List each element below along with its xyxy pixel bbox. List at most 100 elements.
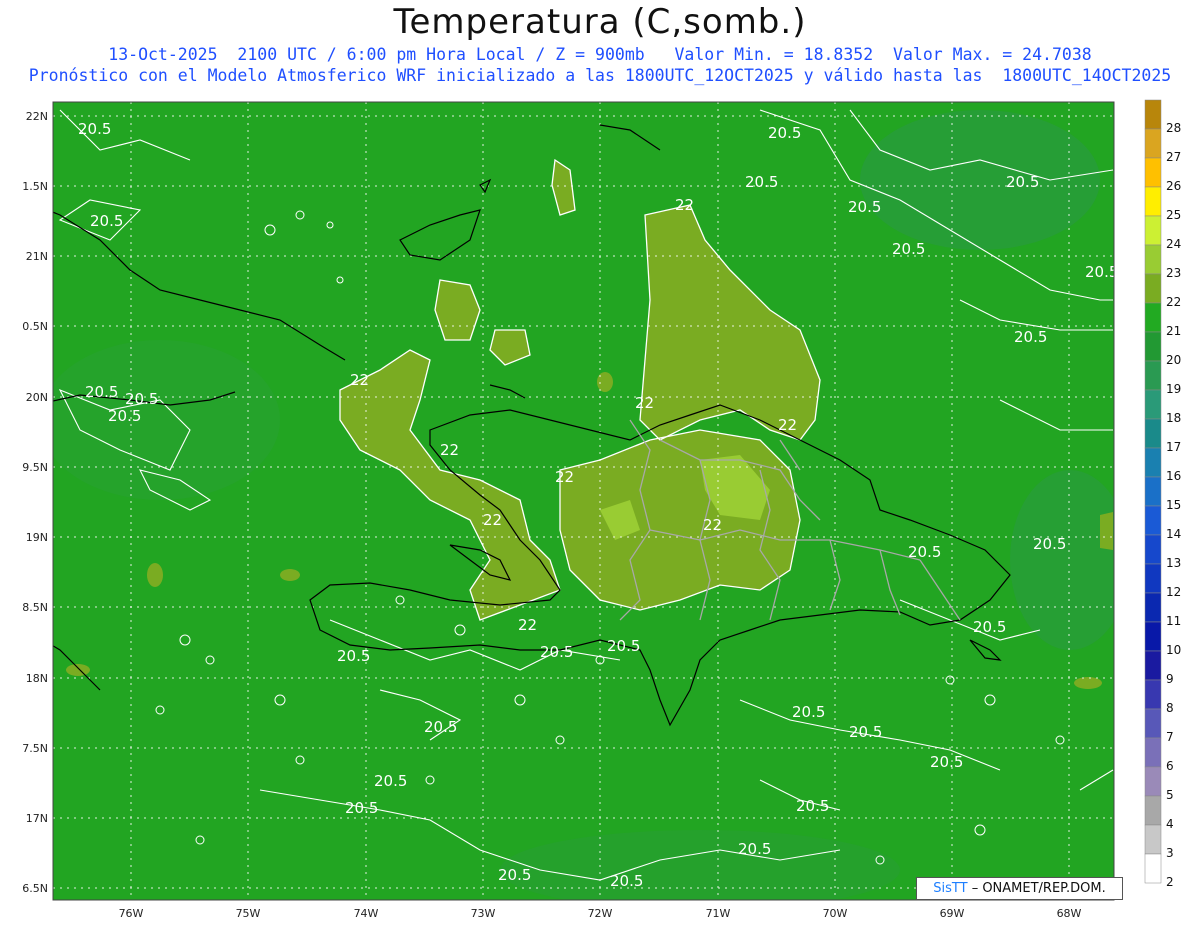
colorbar-label: 19 [1166,382,1181,396]
colorbar-swatch [1144,331,1162,362]
y-tick-label: 8.5N [22,601,48,614]
colorbar-swatch [1144,737,1162,768]
contour-label-22: 22 [483,511,502,529]
y-tick-label: 17N [25,812,48,825]
contour-label-22: 22 [635,394,654,412]
contour-label-20-5: 20.5 [792,703,825,721]
colorbar-label: 26 [1166,179,1181,193]
colorbar-label: 13 [1166,556,1181,570]
x-tick-label: 68W [1056,907,1082,920]
colorbar-swatch [1144,795,1162,826]
x-tick-label: 73W [470,907,496,920]
colorbar-label: 2 [1166,875,1174,889]
colorbar-label: 3 [1166,846,1174,860]
contour-label-20-5: 20.5 [374,772,407,790]
contour-label-20-5: 20.5 [745,173,778,191]
credit-logo-text: SisTT [933,881,968,896]
y-tick-label: 19N [25,531,48,544]
colorbar-swatch [1144,99,1162,130]
contour-label-20-5: 20.5 [85,383,118,401]
colorbar-swatch [1144,853,1162,884]
x-tick-label: 75W [235,907,261,920]
colorbar-swatch [1144,563,1162,594]
x-tick-label: 69W [939,907,965,920]
contour-label-20-5: 20.5 [892,240,925,258]
colorbar-swatch [1144,650,1162,681]
colorbar-swatch [1144,360,1162,391]
colorbar-swatch [1144,621,1162,652]
colorbar-label: 14 [1166,527,1181,541]
y-tick-label: 20N [25,391,48,404]
x-tick-label: 76W [118,907,144,920]
colorbar-label: 16 [1166,469,1181,483]
colorbar-label: 10 [1166,643,1181,657]
contour-label-20-5: 20.5 [1085,263,1118,281]
colorbar-label: 7 [1166,730,1174,744]
colorbar-label: 8 [1166,701,1174,715]
contour-label-22: 22 [555,468,574,486]
contour-label-22: 22 [518,616,537,634]
contour-label-20-5: 20.5 [796,797,829,815]
contour-label-20-5: 20.5 [610,872,643,890]
colorbar-label: 9 [1166,672,1174,686]
y-tick-label: 21N [25,250,48,263]
colorbar-swatch [1144,389,1162,420]
colorbar-label: 12 [1166,585,1181,599]
y-tick-label: 0.5N [22,320,48,333]
contour-label-22: 22 [350,371,369,389]
contour-label-20-5: 20.5 [125,390,158,408]
x-tick-label: 72W [587,907,613,920]
colorbar-swatch [1144,418,1162,449]
contour-label-20-5: 20.5 [498,866,531,884]
contour-label-20-5: 20.5 [345,799,378,817]
y-tick-label: 7.5N [22,742,48,755]
contour-label-20-5: 20.5 [930,753,963,771]
colorbar-label: 27 [1166,150,1181,164]
colorbar-label: 20 [1166,353,1181,367]
colorbar-label: 4 [1166,817,1174,831]
contour-label-20-5: 20.5 [540,643,573,661]
colorbar-label: 23 [1166,266,1181,280]
y-tick-label: 18N [25,672,48,685]
contour-label-22: 22 [675,196,694,214]
contour-label-20-5: 20.5 [849,723,882,741]
colorbar-swatch [1144,447,1162,478]
colorbar: 2827262524232221201918171615141312111098… [1144,99,1181,889]
contour-label-20-5: 20.5 [78,120,111,138]
contour-label-22: 22 [440,441,459,459]
x-tick-label: 74W [353,907,379,920]
contour-label-20-5: 20.5 [738,840,771,858]
credit-box: SisTT – ONAMET/REP.DOM. [916,877,1123,900]
contour-label-20-5: 20.5 [1014,328,1047,346]
colorbar-swatch [1144,186,1162,217]
contour-label-20-5: 20.5 [973,618,1006,636]
contour-label-22: 22 [703,516,722,534]
colorbar-label: 11 [1166,614,1181,628]
colorbar-swatch [1144,215,1162,246]
colorbar-label: 17 [1166,440,1181,454]
x-tick-label: 70W [822,907,848,920]
colorbar-label: 5 [1166,788,1174,802]
colorbar-label: 18 [1166,411,1181,425]
contour-label-20-5: 20.5 [424,718,457,736]
colorbar-swatch [1144,505,1162,536]
contour-label-20-5: 20.5 [908,543,941,561]
colorbar-swatch [1144,592,1162,623]
contour-label-20-5: 20.5 [90,212,123,230]
colorbar-swatch [1144,708,1162,739]
contour-label-20-5: 20.5 [108,407,141,425]
colorbar-swatch [1144,157,1162,188]
y-tick-label: 22N [25,110,48,123]
contour-label-20-5: 20.5 [607,637,640,655]
credit-org-text: – ONAMET/REP.DOM. [967,881,1106,896]
temperature-map: 22 22 22 22 22 22 22 22 22 20.5 20.5 20.… [52,99,1181,901]
colorbar-label: 22 [1166,295,1181,309]
colorbar-swatch [1144,244,1162,275]
colorbar-label: 24 [1166,237,1181,251]
colorbar-label: 25 [1166,208,1181,222]
y-tick-label: 6.5N [22,882,48,895]
colorbar-swatch [1144,766,1162,797]
colorbar-label: 21 [1166,324,1181,338]
colorbar-label: 28 [1166,121,1181,135]
contour-label-20-5: 20.5 [768,124,801,142]
